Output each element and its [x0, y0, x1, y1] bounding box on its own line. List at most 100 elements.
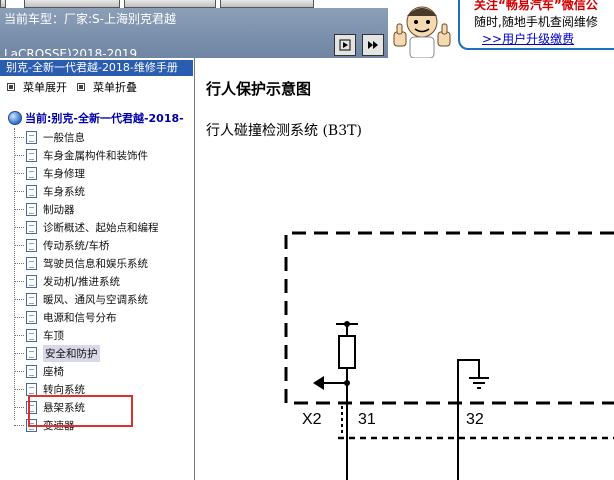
tree-item-label: 座椅 — [43, 365, 64, 378]
tree-item-label: 电源和信号分布 — [43, 311, 117, 324]
sidebar: 别克-全新一代君越-2018-维修手册 菜单展开 菜单折叠 当前:别克-全新一代… — [0, 58, 195, 480]
tree-branch — [14, 244, 24, 246]
tree-item-label: 驾驶员信息和娱乐系统 — [43, 257, 148, 270]
module-outline — [284, 231, 614, 405]
mascot-thumbs-up-icon — [393, 6, 451, 59]
tree-branch — [14, 172, 24, 174]
manual-title: 别克-全新一代君越-2018-维修手册 — [0, 60, 193, 76]
promo-mobile-text: 随时,随地手机查阅维修 — [474, 15, 598, 29]
tree-branch — [14, 352, 24, 354]
tree-branch — [14, 424, 24, 426]
tree-branch — [14, 208, 24, 210]
menu-collapse-button[interactable]: 菜单折叠 — [77, 80, 137, 94]
top-banner: 当前车型：厂家:S-上海别克君越 LaCROSSE)2018-2019 关注“畅… — [0, 0, 614, 59]
tree-item-label: 车身系统 — [43, 185, 85, 198]
menu-expand-button[interactable]: 菜单展开 — [7, 80, 67, 94]
tree-branch — [14, 262, 24, 264]
document-icon — [26, 166, 37, 180]
step-right-icon — [339, 39, 351, 51]
tree-branch — [14, 154, 24, 156]
arrow-icon — [313, 376, 324, 390]
tree-item[interactable]: 暖风、通风与空调系统 — [14, 290, 148, 308]
document-icon — [26, 364, 37, 378]
document-icon — [26, 238, 37, 252]
tree-item[interactable]: 电源和信号分布 — [14, 308, 117, 326]
tree-branch — [14, 334, 24, 336]
toolbar-button-1[interactable] — [0, 0, 6, 8]
tree-branch — [14, 136, 24, 138]
tree-branch — [14, 280, 24, 282]
resistor-symbol — [338, 335, 356, 369]
toolbar-button-2[interactable] — [24, 0, 120, 8]
tree-item-label: 诊断概述、起始点和编程 — [43, 221, 159, 234]
toolbar-button-4[interactable] — [220, 0, 314, 8]
document-icon — [26, 328, 37, 342]
tree-branch — [14, 388, 24, 390]
car-model-value: 厂家:S-上海别克君越 — [64, 12, 177, 26]
tree-branch — [14, 190, 24, 192]
tree-branch — [14, 298, 24, 300]
document-icon — [26, 292, 37, 306]
document-icon — [26, 346, 37, 360]
document-icon — [26, 130, 37, 144]
collapse-icon — [77, 83, 85, 91]
pin-32-label: 32 — [466, 411, 484, 428]
connector-label: X2 — [302, 411, 322, 428]
toolbar-button-3[interactable] — [124, 0, 216, 8]
tree-item-label: 车身金属构件和装饰件 — [43, 149, 148, 162]
tree-item-label: 暖风、通风与空调系统 — [43, 293, 148, 306]
skip-end-button[interactable] — [362, 34, 384, 56]
tree-branch — [14, 316, 24, 318]
tree-item[interactable]: 传动系统/车桥 — [14, 236, 110, 254]
mascot-image — [390, 0, 454, 59]
tree-item-label: 制动器 — [43, 203, 75, 216]
promo-banner[interactable]: 关注“畅易汽车”微信公 随时,随地手机查阅维修 >>用户升级缴费 — [458, 0, 614, 50]
tree-branch — [14, 226, 24, 228]
car-model-text: 当前车型：厂家:S-上海别克君越 — [4, 10, 176, 27]
globe-icon — [8, 111, 22, 125]
tree-item-label: 安全和防护 — [43, 344, 100, 362]
document-icon — [26, 184, 37, 198]
expand-icon — [7, 83, 15, 91]
tree-item-label: 一般信息 — [43, 131, 85, 144]
wiring-diagram: X2 31 32 — [284, 231, 614, 480]
document-icon — [26, 310, 37, 324]
tree-item[interactable]: 发动机/推进系统 — [14, 272, 120, 290]
promo-wechat-text: 关注“畅易汽车”微信公 — [474, 0, 598, 12]
document-icon — [26, 220, 37, 234]
car-model-year: LaCROSSE)2018-2019 — [4, 47, 138, 56]
document-icon — [26, 256, 37, 270]
tree-item-label: 车顶 — [43, 329, 64, 342]
tree-item[interactable]: 座椅 — [14, 362, 64, 380]
current-tree-label: 当前:别克-全新一代君越-2018- — [25, 112, 184, 125]
tree-branch — [14, 370, 24, 372]
pin-31-label: 31 — [358, 411, 376, 428]
tree-item[interactable]: 诊断概述、起始点和编程 — [14, 218, 159, 236]
content-pane: 行人保护示意图 行人碰撞检测系统 (B3T) X2 31 32 — [196, 58, 614, 480]
selection-highlight-box — [28, 395, 133, 427]
tree-item[interactable]: 制动器 — [14, 200, 75, 218]
current-tree-root[interactable]: 当前:别克-全新一代君越-2018- — [8, 110, 184, 126]
skip-end-icon — [368, 41, 378, 49]
tree-branch — [14, 406, 24, 408]
tree-item[interactable]: 一般信息 — [14, 128, 85, 146]
upgrade-link[interactable]: >>用户升级缴费 — [482, 30, 574, 47]
tree-item[interactable]: 车身系统 — [14, 182, 85, 200]
tree-item-label: 发动机/推进系统 — [43, 275, 121, 288]
tree-item[interactable]: 安全和防护 — [14, 344, 100, 362]
tree-item[interactable]: 车顶 — [14, 326, 64, 344]
tree-item[interactable]: 驾驶员信息和娱乐系统 — [14, 254, 148, 272]
document-icon — [26, 202, 37, 216]
car-model-label: 当前车型： — [4, 12, 65, 26]
menu-collapse-label: 菜单折叠 — [93, 81, 137, 94]
tree-item-label: 传动系统/车桥 — [43, 239, 110, 252]
junction-dot-top — [344, 321, 350, 327]
step-right-button[interactable] — [334, 34, 356, 56]
document-icon — [26, 382, 37, 396]
tree-item[interactable]: 车身金属构件和装饰件 — [14, 146, 148, 164]
menu-expand-label: 菜单展开 — [23, 81, 67, 94]
document-icon — [26, 274, 37, 288]
car-model-bar: 当前车型：厂家:S-上海别克君越 LaCROSSE)2018-2019 — [0, 8, 388, 58]
document-icon — [26, 148, 37, 162]
tree-item[interactable]: 车身修理 — [14, 164, 85, 182]
